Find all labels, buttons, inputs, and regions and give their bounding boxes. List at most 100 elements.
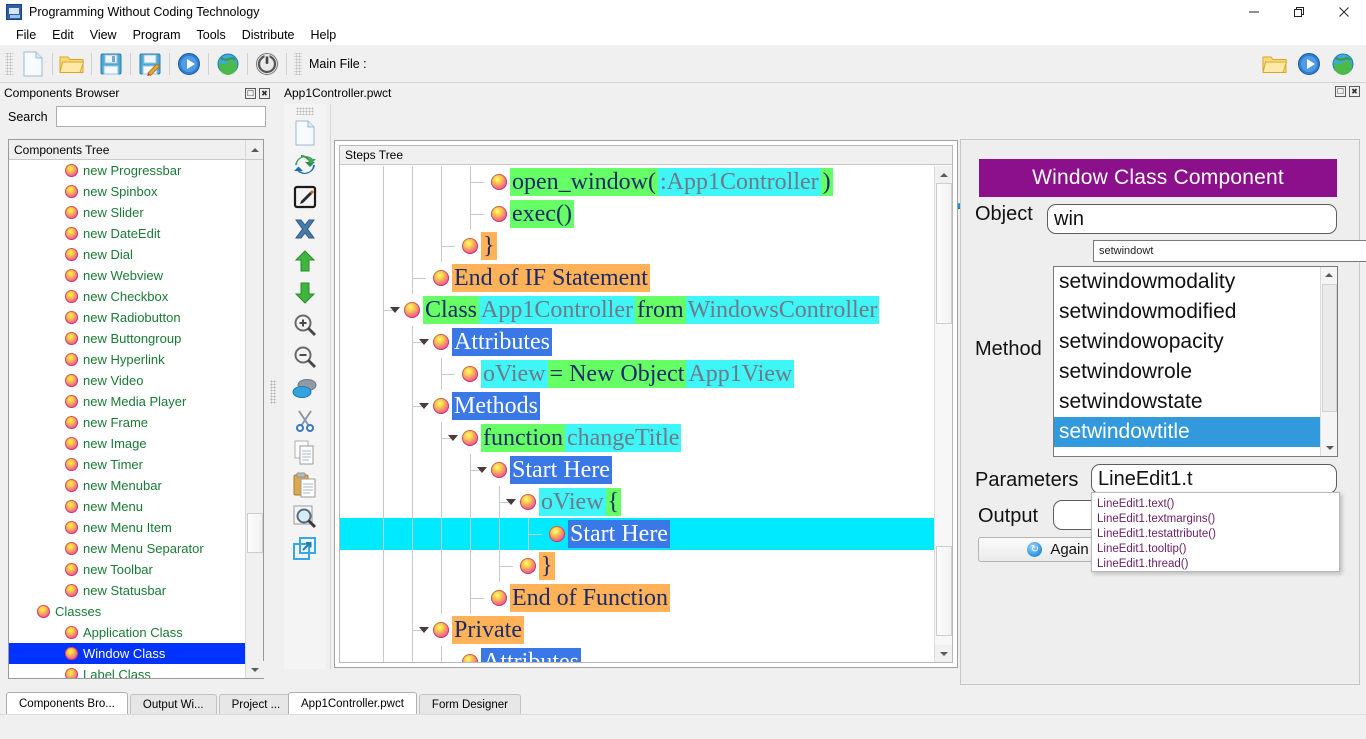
method-scroll-thumb[interactable] [1322,284,1337,412]
method-list-item[interactable]: setwindowopacity [1054,327,1320,357]
components-tree-item[interactable]: new Progressbar [9,160,245,181]
components-tree-item[interactable]: Classes [9,601,245,622]
step-row[interactable]: End of IF Statement [340,262,934,294]
menu-tools[interactable]: Tools [189,26,234,44]
open-folder-icon[interactable] [55,47,89,81]
delete-icon[interactable] [288,213,322,245]
edit-icon[interactable] [288,181,322,213]
components-tree-scroll-thumb[interactable] [247,513,263,553]
step-row[interactable]: Private [340,614,934,646]
expander-arrow-icon[interactable] [419,339,429,345]
move-down-icon[interactable] [288,277,322,309]
tree-scroll-up-button[interactable] [245,140,263,159]
components-tree-item[interactable]: new Media Player [9,391,245,412]
components-tree-item[interactable]: new Statusbar [9,580,245,601]
components-tree-item[interactable]: new Menubar [9,475,245,496]
parameters-input[interactable] [1091,464,1337,494]
components-tree-item[interactable]: new Radiobutton [9,307,245,328]
save-as-icon[interactable] [133,47,167,81]
method-list-item[interactable]: setwindowrole [1054,357,1320,387]
step-row[interactable]: Methods [340,390,934,422]
step-row[interactable]: } [340,230,934,262]
method-scroll-up-button[interactable] [1321,267,1337,283]
components-tree-item[interactable]: new DateEdit [9,223,245,244]
dock-splitter[interactable] [270,380,276,404]
menu-file[interactable]: File [8,26,44,44]
tab-components-browser[interactable]: Components Bro... [6,692,128,714]
suggestion-item[interactable]: LineEdit1.testattribute() [1092,526,1339,541]
vtoolbar-grip[interactable] [296,107,314,115]
components-tree-item[interactable]: Window Class [9,643,245,664]
components-tree-list[interactable]: new Progressbarnew Spinboxnew Slidernew … [9,160,245,678]
globe-icon[interactable] [211,47,245,81]
step-row[interactable]: oView { [340,486,934,518]
step-row[interactable]: Start Here [340,518,934,550]
step-row[interactable]: Start Here [340,454,934,486]
components-tree-scroll-down-button[interactable] [246,661,264,678]
expander-arrow-icon[interactable] [448,435,458,441]
tab-project[interactable]: Project ... [219,694,294,714]
components-tree-item[interactable]: new Menu Separator [9,538,245,559]
run-project-icon[interactable] [1292,47,1326,81]
search-input[interactable] [56,106,266,127]
step-row[interactable]: Attributes [340,326,934,358]
step-row[interactable]: function changeTitle [340,422,934,454]
tab-output-window[interactable]: Output Wi... [130,694,217,714]
step-row[interactable]: oView = New Object App1View [340,358,934,390]
steps-scroll-down-button[interactable] [935,645,953,662]
toolbar-grip[interactable] [5,53,13,75]
components-tree-item[interactable]: new Image [9,433,245,454]
components-tree-item[interactable]: new Timer [9,454,245,475]
power-icon[interactable] [250,47,284,81]
expand-external-icon[interactable] [288,533,322,565]
method-list-scrollbar[interactable] [1320,267,1337,456]
editor-close-icon[interactable]: ✖ [1349,86,1360,97]
method-list-item[interactable]: setwindowtitle [1054,417,1320,447]
method-list-item[interactable]: setwindowmodified [1054,297,1320,327]
components-tree-item[interactable]: new Toolbar [9,559,245,580]
suggestion-item[interactable]: LineEdit1.textmargins() [1092,511,1339,526]
cut-icon[interactable] [288,405,322,437]
object-input[interactable] [1047,204,1337,234]
expander-arrow-icon[interactable] [419,403,429,409]
expander-arrow-icon[interactable] [477,467,487,473]
minimize-button[interactable] [1231,0,1276,24]
restore-icon[interactable]: ☐ [245,88,256,99]
method-list-viewport[interactable]: setwindowmodalitysetwindowmodifiedsetwin… [1054,267,1320,456]
components-tree-item[interactable]: new Menu Item [9,517,245,538]
open-project-folder-icon[interactable] [1258,47,1292,81]
components-tree-item[interactable]: new Video [9,370,245,391]
find-icon[interactable] [288,501,322,533]
components-tree-item[interactable]: new Spinbox [9,181,245,202]
paste-icon[interactable] [288,469,322,501]
expander-arrow-icon[interactable] [419,627,429,633]
close-button[interactable] [1321,0,1366,24]
components-tree-item[interactable]: new Webview [9,265,245,286]
step-row[interactable]: Class App1Controller from WindowsControl… [340,294,934,326]
comment-icon[interactable] [288,373,322,405]
menu-edit[interactable]: Edit [44,26,82,44]
maximize-button[interactable] [1276,0,1321,24]
steps-scroll-up-button[interactable] [935,166,952,183]
components-tree-item[interactable]: new Dial [9,244,245,265]
menu-view[interactable]: View [82,26,125,44]
components-tree-item[interactable]: Label Class [9,664,245,678]
parameter-suggestion-dropdown[interactable]: LineEdit1.text()LineEdit1.textmargins()L… [1091,492,1340,572]
refresh-icon[interactable] [288,149,322,181]
steps-scroll-thumb[interactable] [936,183,952,324]
save-icon[interactable] [94,47,128,81]
zoom-in-icon[interactable] [288,309,322,341]
new-file-icon[interactable] [16,47,50,81]
components-tree-item[interactable]: new Checkbox [9,286,245,307]
toolbar-grip-2[interactable] [294,53,302,75]
step-row[interactable]: } [340,550,934,582]
step-row[interactable]: End of Function [340,582,934,614]
components-tree-item[interactable]: new Hyperlink [9,349,245,370]
tab-form-designer[interactable]: Form Designer [419,694,521,714]
editor-restore-icon[interactable]: ☐ [1335,86,1346,97]
components-tree-item[interactable]: new Menu [9,496,245,517]
run-icon[interactable] [172,47,206,81]
copy-icon[interactable] [288,437,322,469]
expander-arrow-icon[interactable] [506,499,516,505]
method-filter-input[interactable]: setwindowt [1093,240,1366,262]
